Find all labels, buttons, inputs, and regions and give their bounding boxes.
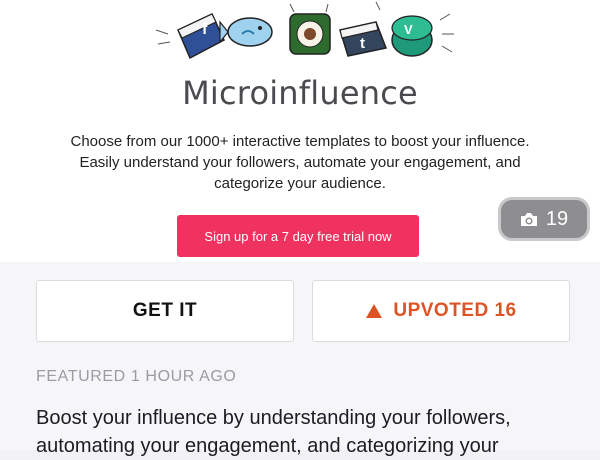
blurb-line: automating your engagement, and categori… xyxy=(36,435,499,457)
description-line: Choose from our 1000+ interactive templa… xyxy=(70,133,530,150)
description-line: Easily understand your followers, automa… xyxy=(79,154,521,171)
svg-text:V: V xyxy=(404,22,413,37)
get-it-button[interactable]: GET IT xyxy=(36,280,294,342)
screenshot-count: 19 xyxy=(545,207,569,230)
upvote-label: UPVOTED 16 xyxy=(393,300,517,321)
product-title: Microinfluence xyxy=(182,74,418,112)
svg-text:t: t xyxy=(360,35,365,52)
facebook-sushi-icon: f xyxy=(177,12,225,60)
description-line: categorize your audience. xyxy=(214,175,386,192)
product-description: Choose from our 1000+ interactive templa… xyxy=(40,131,560,194)
camera-icon xyxy=(520,212,537,226)
product-header: f t V Microinfluence Choose from our 100… xyxy=(0,0,600,263)
screenshot-gallery-button[interactable]: 19 xyxy=(498,197,590,241)
social-sushi-illustration: f t V xyxy=(155,1,454,60)
free-trial-signup-button[interactable]: Sign up for a 7 day free trial now xyxy=(177,215,419,257)
upvote-button[interactable]: UPVOTED 16 xyxy=(312,280,570,342)
blurb-line: Boost your influence by understanding yo… xyxy=(36,407,511,429)
triangle-up-icon xyxy=(366,304,383,318)
get-it-label: GET IT xyxy=(132,300,198,321)
instagram-roll-icon xyxy=(289,13,331,55)
twitter-fish-icon xyxy=(219,17,273,47)
tumblr-sushi-icon: t xyxy=(339,21,388,57)
vine-roll-icon: V xyxy=(391,15,433,57)
featured-timestamp: FEATURED 1 HOUR AGO xyxy=(36,368,237,385)
product-blurb: Boost your influence by understanding yo… xyxy=(36,404,596,460)
svg-text:f: f xyxy=(202,21,208,38)
